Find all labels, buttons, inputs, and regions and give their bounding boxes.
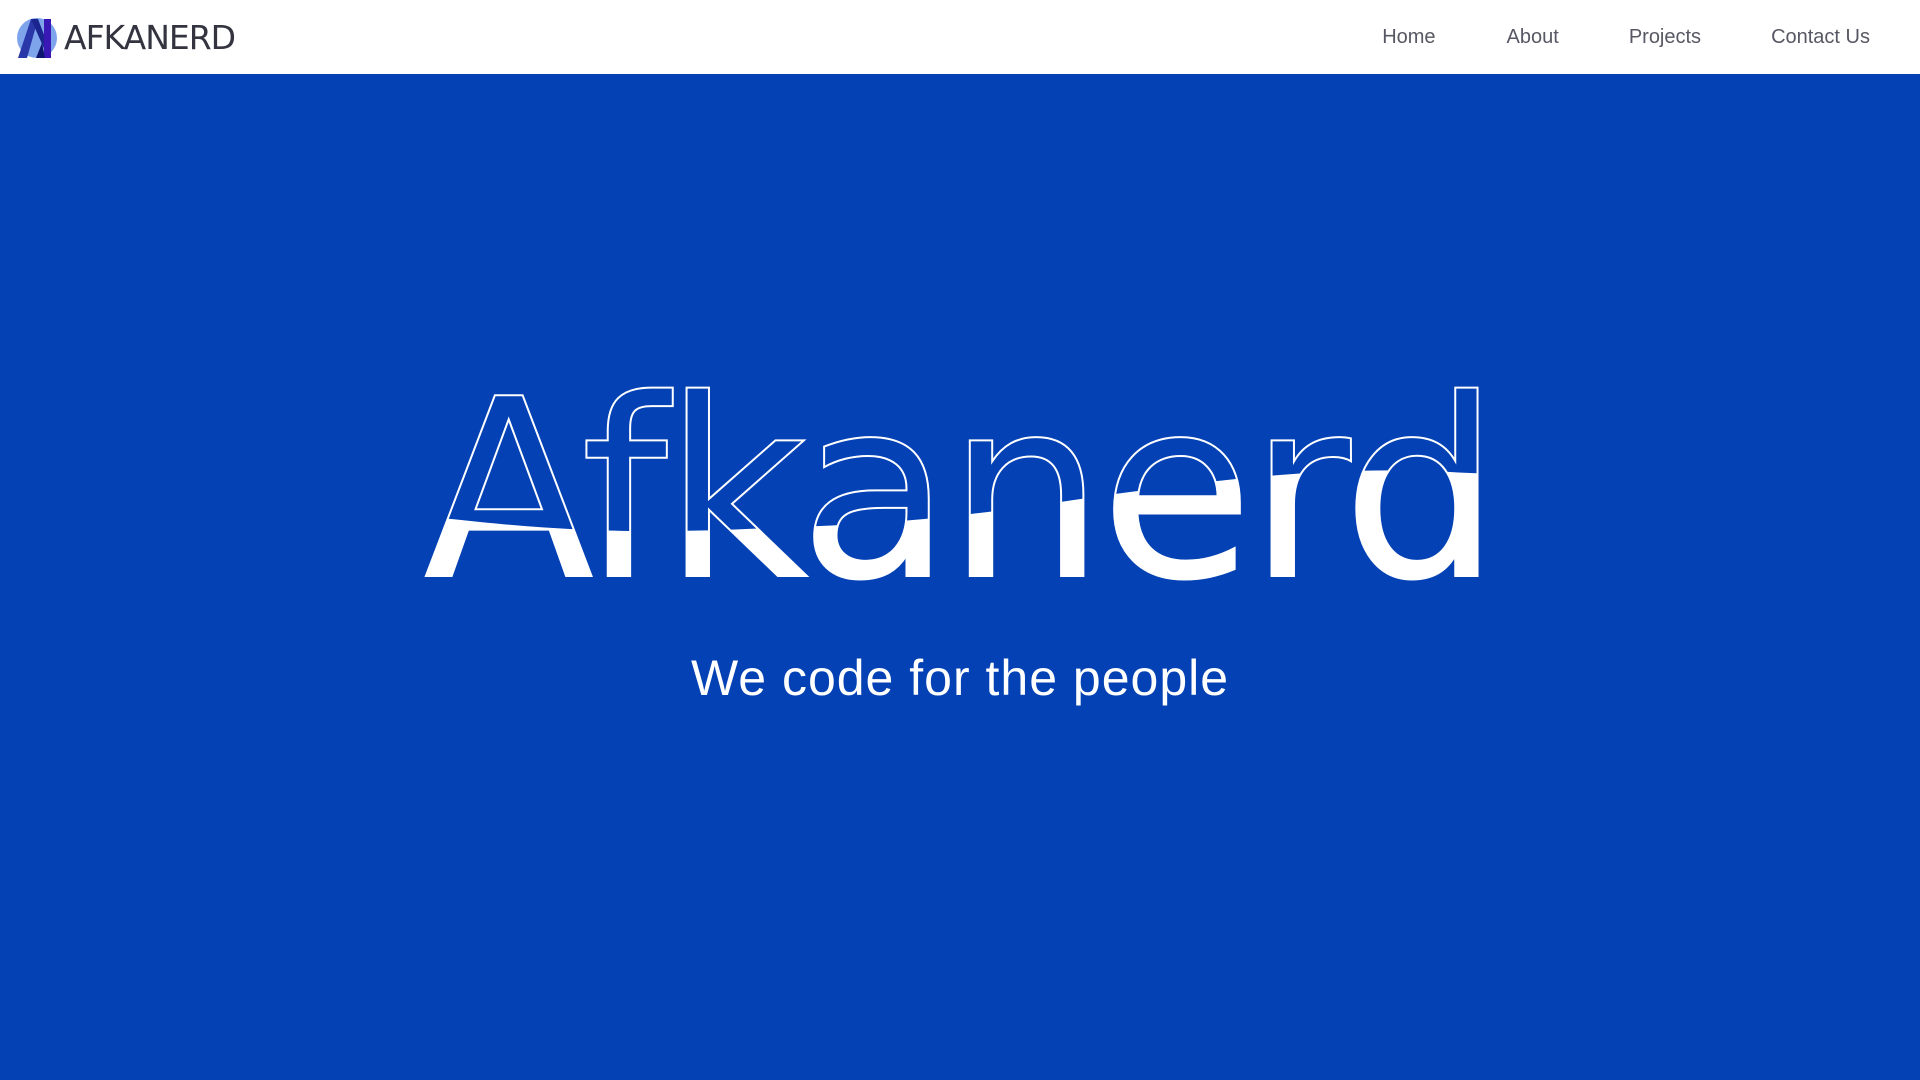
top-navbar: AFKANERD Home About Projects Contact Us (0, 0, 1920, 74)
nav-link-home[interactable]: Home (1382, 26, 1435, 49)
brand-name: AFKANERD (64, 17, 236, 57)
afkanerd-n-logo-icon (17, 18, 57, 58)
hero-title: Afkanerd Afkanerd (423, 346, 1501, 636)
hero-section: Afkanerd Afkanerd We code for the people (0, 74, 1920, 1080)
main-nav: Home About Projects Contact Us (1382, 0, 1920, 74)
brand-logo[interactable]: AFKANERD (14, 12, 236, 62)
nav-link-projects[interactable]: Projects (1629, 26, 1701, 49)
hero-tagline: We code for the people (690, 650, 1230, 706)
nav-link-about[interactable]: About (1507, 26, 1559, 49)
nav-link-contact-us[interactable]: Contact Us (1771, 26, 1870, 49)
